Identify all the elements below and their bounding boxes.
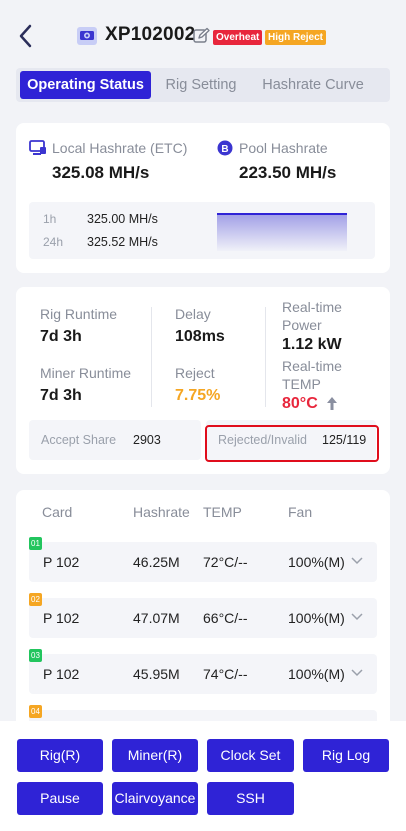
temp-label: Real-time TEMP [282,358,342,392]
card-hashrate: 47.07M [133,610,180,626]
ssh-button[interactable]: SSH [207,782,294,815]
local-hashrate-label: Local Hashrate (ETC) [52,140,188,156]
gpu-cards-table: Card Hashrate TEMP Fan 01 P 102 46.25M 7… [16,490,390,730]
period-1h-label: 1h [43,212,57,226]
period-1h-value: 325.00 MH/s [87,212,158,226]
clock-set-button[interactable]: Clock Set [207,739,294,772]
card-name: P 102 [43,554,80,570]
restart-miner-button[interactable]: Miner(R) [112,739,198,772]
column-divider [265,307,266,407]
card-temp: 74°C/-- [203,666,248,682]
col-header-fan: Fan [288,504,313,520]
card-temp: 72°C/-- [203,554,248,570]
temp-value: 80°C [282,395,318,412]
reject-value: 7.75% [175,387,221,404]
card-temp: 66°C/-- [203,610,248,626]
rig-runtime-value: 7d 3h [40,328,82,345]
delay-label: Delay [175,306,211,322]
table-row[interactable]: 02 P 102 47.07M 66°C/-- 100%(M) [29,593,377,638]
col-header-hashrate: Hashrate [133,504,190,520]
pool-coin-icon: B [217,140,233,156]
miner-runtime-value: 7d 3h [40,387,82,404]
delay-value: 108ms [175,328,225,345]
overheat-badge: Overheat [213,30,263,45]
tab-rig-setting[interactable]: Rig Setting [153,71,249,99]
chevron-down-icon[interactable] [351,612,363,622]
card-fan: 100%(M) [288,554,345,570]
action-bar: Rig(R) Miner(R) Clock Set Rig Log Pause … [0,721,406,831]
gpu-card-icon [77,27,97,45]
clairvoyance-button[interactable]: Clairvoyance [112,782,198,815]
high-reject-badge: High Reject [265,30,327,45]
card-hashrate: 45.95M [133,666,180,682]
card-fan: 100%(M) [288,666,345,682]
col-header-card: Card [42,504,73,520]
period-24h-label: 24h [43,235,64,249]
rig-runtime-label: Rig Runtime [40,306,118,322]
chevron-down-icon[interactable] [351,556,363,566]
local-hashrate-value: 325.08 MH/s [52,163,150,182]
period-24h-value: 325.52 MH/s [87,235,158,249]
table-row[interactable]: 01 P 102 46.25M 72°C/-- 100%(M) [29,537,377,582]
column-divider [151,307,152,407]
reject-label: Reject [175,365,215,381]
accept-share-box: Accept Share 2903 [29,420,201,460]
chevron-left-icon[interactable] [16,22,36,50]
card-name: P 102 [43,610,80,626]
card-index-badge: 03 [29,649,42,662]
col-header-temp: TEMP [203,504,242,520]
chevron-down-icon[interactable] [351,668,363,678]
edit-icon[interactable] [192,27,210,45]
card-fan: 100%(M) [288,610,345,626]
svg-text:B: B [221,144,228,155]
card-hashrate: 46.25M [133,554,180,570]
card-name: P 102 [43,666,80,682]
pool-hashrate-value: 223.50 MH/s [239,163,337,182]
hashrate-sparkline [217,213,347,251]
pause-button[interactable]: Pause [17,782,103,815]
card-index-badge: 04 [29,705,42,718]
table-row[interactable]: 03 P 102 45.95M 74°C/-- 100%(M) [29,649,377,694]
card-index-badge: 01 [29,537,42,550]
power-value: 1.12 kW [282,336,342,353]
hashrate-history-panel: 1h 325.00 MH/s 24h 325.52 MH/s [29,202,375,259]
power-label: Real-time Power [282,299,342,333]
accept-share-value: 2903 [133,433,161,447]
arrow-up-icon [327,397,337,410]
accept-share-label: Accept Share [41,433,117,447]
monitor-icon [29,140,46,155]
card-index-badge: 02 [29,593,42,606]
hashrate-card: Local Hashrate (ETC) 325.08 MH/s B Pool … [16,123,390,273]
tab-hashrate-curve[interactable]: Hashrate Curve [254,71,372,99]
pool-hashrate-label: Pool Hashrate [239,140,328,156]
page-title: XP102002 [105,24,196,45]
tab-bar: Operating Status Rig Setting Hashrate Cu… [16,68,390,102]
tab-operating-status[interactable]: Operating Status [20,71,151,99]
rig-log-button[interactable]: Rig Log [303,739,389,772]
highlight-box [205,425,379,462]
restart-rig-button[interactable]: Rig(R) [17,739,103,772]
miner-runtime-label: Miner Runtime [40,365,132,381]
header-bar: XP102002 Overheat High Reject [0,0,406,72]
